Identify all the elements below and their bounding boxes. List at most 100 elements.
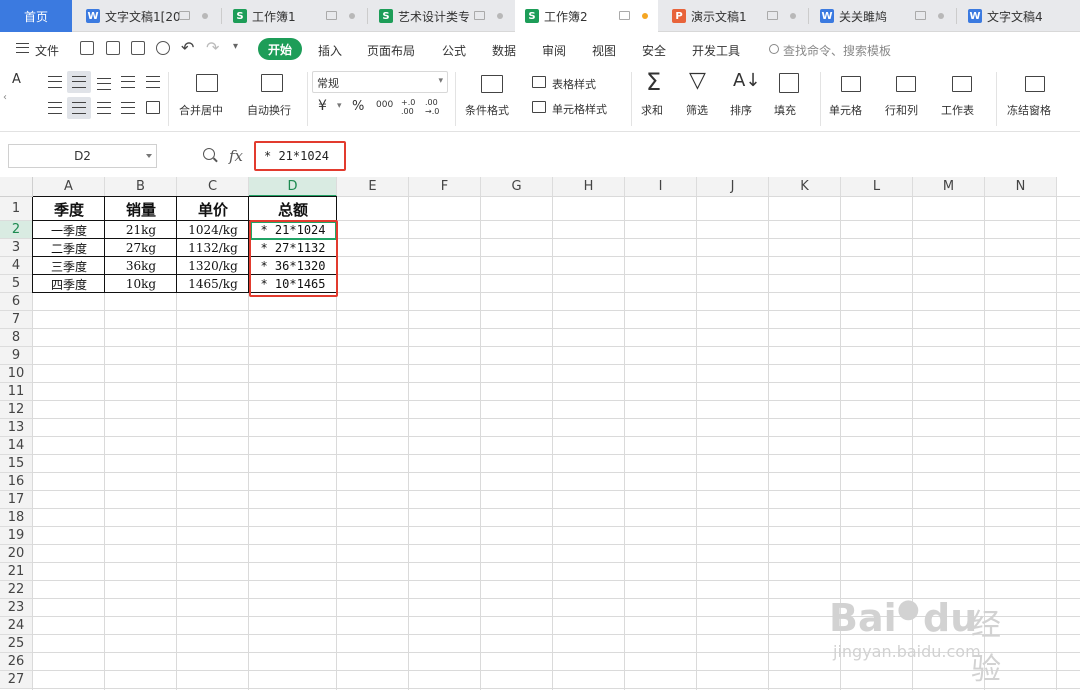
worksheet-button[interactable]: 工作表 <box>941 102 974 118</box>
currency-dropdown-icon[interactable]: ▾ <box>337 101 342 111</box>
conditional-format-button[interactable]: 条件格式 <box>465 102 509 118</box>
save-icon[interactable] <box>80 41 94 55</box>
table-header-cell[interactable]: 总额 <box>249 197 337 221</box>
menu-formulas[interactable]: 公式 <box>442 42 466 59</box>
close-dot-icon[interactable] <box>790 13 796 19</box>
menu-data[interactable]: 数据 <box>492 42 516 59</box>
menu-insert[interactable]: 插入 <box>318 42 342 59</box>
filter-icon[interactable]: ▽ <box>689 68 706 93</box>
row-header[interactable]: 9 <box>0 347 33 365</box>
thousands-button[interactable]: 000 <box>376 100 393 110</box>
table-style-button[interactable]: 表格样式 <box>552 76 596 92</box>
column-header-b[interactable]: B <box>105 177 177 197</box>
worksheet-icon[interactable] <box>952 76 972 92</box>
indent-icon[interactable] <box>146 76 160 88</box>
table-cell[interactable]: 一季度 <box>33 221 105 239</box>
export-icon[interactable] <box>106 41 120 55</box>
tab-document[interactable]: W 关关雎鸠 <box>810 0 954 32</box>
sort-button[interactable]: 排序 <box>730 102 752 118</box>
table-cell[interactable]: 二季度 <box>33 239 105 257</box>
table-cell[interactable]: 三季度 <box>33 257 105 275</box>
menu-file[interactable]: 文件 <box>35 42 59 59</box>
filter-button[interactable]: 筛选 <box>686 102 708 118</box>
row-header[interactable]: 1 <box>0 197 33 221</box>
tab-document[interactable]: S 工作簿1 <box>223 0 365 32</box>
row-header[interactable]: 21 <box>0 563 33 581</box>
currency-button[interactable]: ¥ <box>318 98 327 114</box>
table-header-cell[interactable]: 销量 <box>105 197 177 221</box>
tab-document[interactable]: W 文字文稿1[20 <box>76 0 218 32</box>
undo-icon[interactable]: ↶ <box>181 38 194 57</box>
font-size-icon[interactable]: A <box>12 72 21 87</box>
row-header[interactable]: 4 <box>0 257 33 275</box>
column-header-j[interactable]: J <box>697 177 769 197</box>
row-column-icon[interactable] <box>896 76 916 92</box>
sum-icon[interactable]: Σ <box>646 68 661 96</box>
fill-button[interactable]: 填充 <box>774 102 796 118</box>
merge-center-icon[interactable] <box>196 74 218 92</box>
column-header-h[interactable]: H <box>553 177 625 197</box>
align-left-icon[interactable] <box>48 102 62 114</box>
increase-decimal-button[interactable]: +.0 .00 <box>401 98 415 116</box>
column-header-g[interactable]: G <box>481 177 553 197</box>
menu-developer[interactable]: 开发工具 <box>692 42 740 59</box>
row-header[interactable]: 17 <box>0 491 33 509</box>
menu-start[interactable]: 开始 <box>258 38 302 60</box>
merge-center-button[interactable]: 合并居中 <box>179 102 223 118</box>
close-dot-icon[interactable] <box>497 13 503 19</box>
row-header[interactable]: 13 <box>0 419 33 437</box>
justify-icon[interactable] <box>121 102 135 114</box>
formula-input[interactable]: * 21*1024 <box>254 141 346 171</box>
table-cell[interactable]: 1132/kg <box>177 239 249 257</box>
row-header[interactable]: 5 <box>0 275 33 293</box>
window-icon[interactable] <box>619 11 630 20</box>
window-icon[interactable] <box>474 11 485 20</box>
freeze-panes-icon[interactable] <box>1025 76 1045 92</box>
align-middle-button[interactable] <box>67 71 91 93</box>
hamburger-icon[interactable] <box>16 43 29 53</box>
menu-security[interactable]: 安全 <box>642 42 666 59</box>
row-header[interactable]: 3 <box>0 239 33 257</box>
percent-button[interactable]: % <box>352 99 364 114</box>
tab-home[interactable]: 首页 <box>0 0 72 32</box>
row-header[interactable]: 25 <box>0 635 33 653</box>
align-right-icon[interactable] <box>97 102 111 114</box>
wrap-text-icon[interactable] <box>261 74 283 92</box>
sort-icon[interactable]: A↓ <box>733 70 760 91</box>
table-cell[interactable]: 1465/kg <box>177 275 249 293</box>
column-header-i[interactable]: I <box>625 177 697 197</box>
table-header-cell[interactable]: 单价 <box>177 197 249 221</box>
cell-button[interactable]: 单元格 <box>829 102 862 118</box>
row-header[interactable]: 26 <box>0 653 33 671</box>
column-header-d[interactable]: D <box>249 177 337 197</box>
table-cell[interactable]: 四季度 <box>33 275 105 293</box>
column-header-m[interactable]: M <box>913 177 985 197</box>
freeze-panes-button[interactable]: 冻结窗格 <box>1007 102 1051 118</box>
distributed-align-icon[interactable] <box>146 101 160 114</box>
window-icon[interactable] <box>179 11 190 20</box>
row-header[interactable]: 19 <box>0 527 33 545</box>
tab-document[interactable]: S 艺术设计类专 <box>369 0 513 32</box>
redo-icon[interactable]: ↷ <box>206 38 219 57</box>
name-box[interactable]: D2 <box>8 144 157 168</box>
row-header[interactable]: 6 <box>0 293 33 311</box>
column-header-e[interactable]: E <box>337 177 409 197</box>
column-header-c[interactable]: C <box>177 177 249 197</box>
row-header[interactable]: 12 <box>0 401 33 419</box>
row-header[interactable]: 8 <box>0 329 33 347</box>
zoom-icon[interactable] <box>203 148 215 160</box>
menu-page-layout[interactable]: 页面布局 <box>367 42 415 59</box>
row-header[interactable]: 10 <box>0 365 33 383</box>
menu-review[interactable]: 审阅 <box>542 42 566 59</box>
row-header[interactable]: 11 <box>0 383 33 401</box>
row-header[interactable]: 7 <box>0 311 33 329</box>
sum-button[interactable]: 求和 <box>641 102 663 118</box>
tab-document[interactable]: P 演示文稿1 <box>662 0 806 32</box>
window-icon[interactable] <box>767 11 778 20</box>
table-header-cell[interactable]: 季度 <box>33 197 105 221</box>
select-all-corner[interactable] <box>0 177 33 197</box>
row-header[interactable]: 24 <box>0 617 33 635</box>
row-header[interactable]: 20 <box>0 545 33 563</box>
row-header[interactable]: 2 <box>0 221 33 239</box>
table-cell[interactable]: 36kg <box>105 257 177 275</box>
